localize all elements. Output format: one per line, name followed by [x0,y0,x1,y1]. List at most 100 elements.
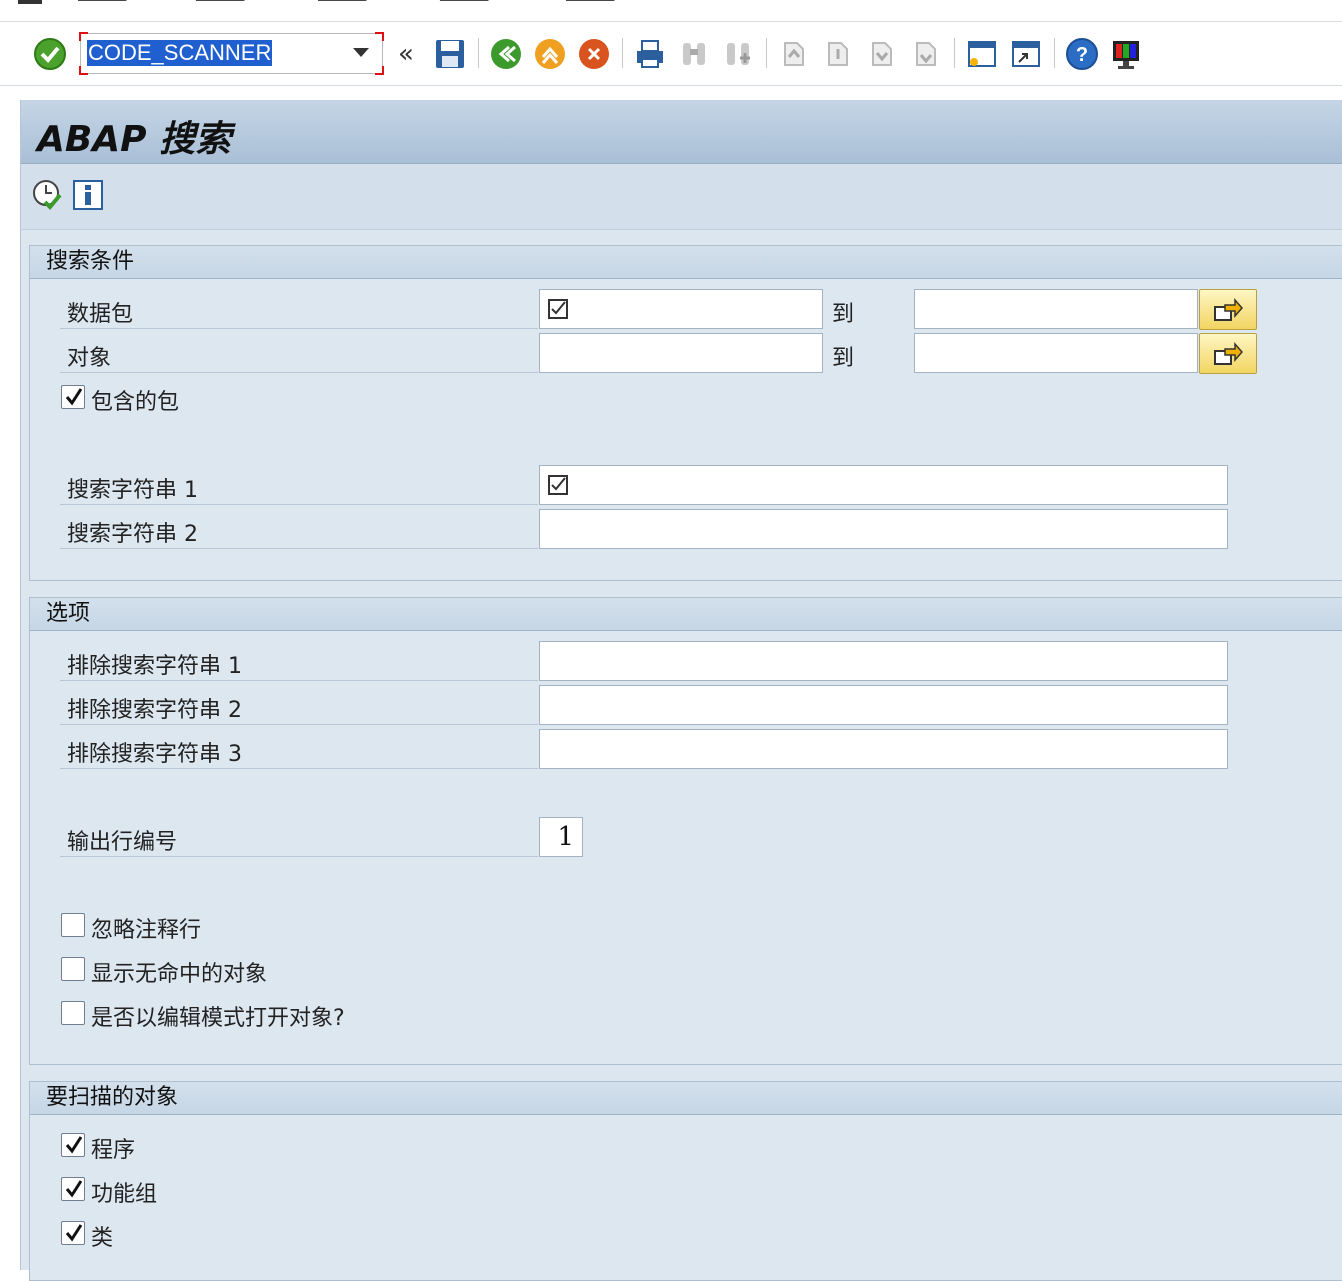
menu-item-edit[interactable]: ──── [196,0,244,12]
exit-button[interactable] [532,36,568,72]
object-to-input[interactable] [914,333,1198,373]
info-icon [73,180,103,210]
package-to-label: 到 [832,302,855,327]
multiple-selection-icon [1214,341,1243,365]
exclude-string-1-label: 排除搜索字符串 1 [67,654,242,679]
back-icon [491,39,521,69]
ignore-comments-checkbox[interactable] [61,913,85,937]
exit-icon [535,39,565,69]
check-icon [65,388,83,406]
back-button[interactable] [488,36,524,72]
collapse-button[interactable]: « [388,36,424,72]
function-groups-label: 功能组 [91,1182,158,1207]
programs-checkbox[interactable] [61,1133,85,1157]
checkmark-icon [34,38,66,70]
open-edit-mode-checkbox[interactable] [61,1001,85,1025]
open-edit-mode-label: 是否以编辑模式打开对象? [91,1006,345,1031]
package-multiple-selection-button[interactable] [1199,289,1257,330]
check-icon [65,1180,83,1198]
next-page-button[interactable] [864,36,900,72]
command-field[interactable]: CODE_SCANNER [79,32,384,75]
menu-bar: ──── ──── ──── ──── ──── [0,0,1342,22]
object-multiple-selection-button[interactable] [1199,333,1257,374]
exclude-string-2-input[interactable] [539,685,1228,725]
exclude-string-1-input[interactable] [539,641,1228,681]
search-string-1-label: 搜索字符串 1 [67,478,198,503]
cancel-button[interactable] [576,36,612,72]
save-button[interactable] [432,36,468,72]
chevron-down-icon[interactable] [353,48,369,57]
output-line-input[interactable]: 1 [539,817,583,857]
customize-layout-button[interactable] [1108,36,1144,72]
object-from-input[interactable] [539,333,823,373]
first-page-icon [784,42,804,66]
page-title: ABAP 搜索 [37,119,232,160]
check-icon [65,1136,83,1154]
help-icon: ? [1066,38,1098,70]
group-header: 搜索条件 [30,246,1342,279]
monitor-icon [1113,41,1139,69]
help-button[interactable]: ? [1064,36,1100,72]
include-subpackages-label: 包含的包 [91,390,180,415]
options-group: 选项 排除搜索字符串 1 排除搜索字符串 2 排除搜索字符串 3 输出行编号 1… [29,597,1342,1065]
package-from-input[interactable] [539,289,823,329]
group-header: 选项 [30,598,1342,631]
search-string-1-input[interactable] [539,465,1228,505]
new-session-button[interactable] [964,36,1000,72]
multiple-selection-icon [1214,297,1243,321]
cancel-icon [579,39,609,69]
classes-label: 类 [91,1226,114,1251]
command-text: CODE_SCANNER [87,40,273,66]
menu-item-program[interactable]: ──── [78,0,126,12]
object-to-label: 到 [832,346,855,371]
output-line-label: 输出行编号 [67,830,178,855]
menu-icon[interactable] [18,0,42,4]
exclude-string-3-label: 排除搜索字符串 3 [67,742,242,767]
exclude-string-3-input[interactable] [539,729,1228,769]
execute-button[interactable] [31,178,65,212]
ignore-comments-label: 忽略注释行 [91,918,202,943]
programs-label: 程序 [91,1138,136,1163]
objects-to-scan-group: 要扫描的对象 程序 功能组 类 [29,1081,1342,1281]
menu-item-system[interactable]: ──── [440,0,488,12]
show-no-hits-label: 显示无命中的对象 [91,962,268,987]
last-page-button[interactable] [908,36,944,72]
printer-icon [637,40,663,68]
new-window-icon [968,41,996,67]
package-label: 数据包 [67,302,134,327]
shortcut-button[interactable] [1008,36,1044,72]
required-field-icon [548,299,568,319]
search-criteria-group: 搜索条件 数据包 到 对象 到 包含的包 搜索字符串 1 搜索字符串 2 [29,245,1342,581]
function-groups-checkbox[interactable] [61,1177,85,1201]
required-field-icon [548,475,568,495]
clock-check-icon [33,180,62,210]
menu-item-help[interactable]: ──── [566,0,614,12]
svg-text:?: ? [1076,44,1088,66]
find-next-button[interactable] [720,36,756,72]
title-bar: ABAP 搜索 [21,100,1342,164]
menu-item-goto[interactable]: ──── [318,0,366,12]
enter-button[interactable] [32,36,68,72]
exclude-string-2-label: 排除搜索字符串 2 [67,698,242,723]
standard-toolbar: CODE_SCANNER « ? [0,22,1342,86]
previous-page-icon [828,42,848,66]
next-page-icon [872,42,892,66]
object-label: 对象 [67,346,112,371]
find-button[interactable] [676,36,712,72]
shortcut-icon [1012,41,1040,67]
classes-checkbox[interactable] [61,1221,85,1245]
binoculars-plus-icon [727,43,750,65]
info-button[interactable] [73,180,103,210]
include-subpackages-checkbox[interactable] [61,385,85,409]
group-header: 要扫描的对象 [30,1082,1342,1115]
application-toolbar [21,164,1342,230]
previous-page-button[interactable] [820,36,856,72]
show-no-hits-checkbox[interactable] [61,957,85,981]
binoculars-icon [683,43,705,65]
screen-area: ABAP 搜索 搜索条件 数据包 到 对象 到 包含的包 搜索字符串 1 搜索字… [20,100,1342,1281]
package-to-input[interactable] [914,289,1198,329]
first-page-button[interactable] [776,36,812,72]
last-page-icon [916,42,936,66]
search-string-2-input[interactable] [539,509,1228,549]
print-button[interactable] [632,36,668,72]
